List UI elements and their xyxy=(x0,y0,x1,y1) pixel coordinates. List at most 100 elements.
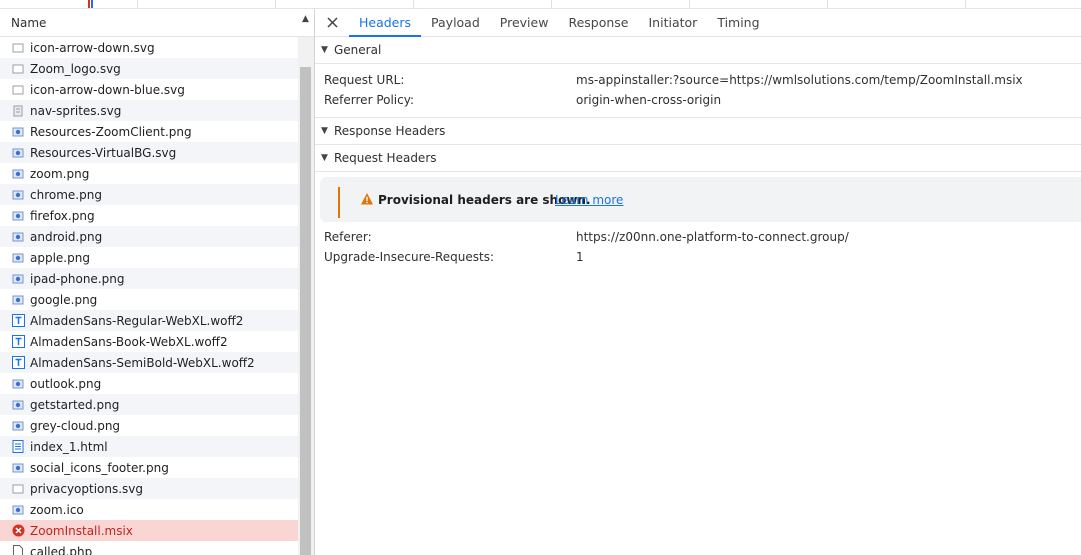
request-name: ipad-phone.png xyxy=(30,271,125,286)
request-row[interactable]: ipad-phone.png xyxy=(0,268,298,289)
request-name: outlook.png xyxy=(30,376,102,391)
image-file-icon xyxy=(11,503,25,517)
image-file-icon xyxy=(11,272,25,286)
request-name: icon-arrow-down.svg xyxy=(30,40,155,55)
request-url-value[interactable]: ms-appinstaller:?source=https://wmlsolut… xyxy=(576,73,1023,87)
referer-row: Referer: https://z00nn.one-platform-to-c… xyxy=(315,227,1081,247)
image-file-icon xyxy=(11,293,25,307)
tab-preview[interactable]: Preview xyxy=(490,9,559,36)
expanded-triangle-icon: ▼ xyxy=(321,126,328,136)
provisional-headers-warning: Provisional headers are shown. Learn mor… xyxy=(320,177,1081,222)
network-timeline xyxy=(0,0,1081,9)
request-row[interactable]: outlook.png xyxy=(0,373,298,394)
request-list-scrollbar[interactable] xyxy=(298,37,314,555)
svg-file-icon xyxy=(11,83,25,97)
request-row[interactable]: zoom.png xyxy=(0,163,298,184)
request-row[interactable]: icon-arrow-down-blue.svg xyxy=(0,79,298,100)
detail-tabs: Headers Payload Preview Response Initiat… xyxy=(315,9,1081,37)
image-file-icon xyxy=(11,209,25,223)
error-icon xyxy=(11,524,25,538)
font-file-icon xyxy=(11,335,25,349)
svg-file-icon xyxy=(11,41,25,55)
request-row[interactable]: social_icons_footer.png xyxy=(0,457,298,478)
request-row[interactable]: Resources-ZoomClient.png xyxy=(0,121,298,142)
image-file-icon xyxy=(11,398,25,412)
request-url-row: Request URL: ms-appinstaller:?source=htt… xyxy=(315,70,1081,90)
tab-timing[interactable]: Timing xyxy=(707,9,769,36)
request-name: zoom.png xyxy=(30,166,90,181)
request-name: ZoomInstall.msix xyxy=(30,523,133,538)
request-row[interactable]: called.php xyxy=(0,541,298,555)
image-file-icon xyxy=(11,377,25,391)
font-file-icon xyxy=(11,356,25,370)
svg-file-icon xyxy=(11,62,25,76)
tab-response[interactable]: Response xyxy=(558,9,638,36)
request-name: Resources-VirtualBG.svg xyxy=(30,145,177,160)
request-name: zoom.ico xyxy=(30,502,84,517)
request-row[interactable]: chrome.png xyxy=(0,184,298,205)
svg-file-icon xyxy=(11,482,25,496)
request-name: apple.png xyxy=(30,250,90,265)
request-row[interactable]: grey-cloud.png xyxy=(0,415,298,436)
request-name: called.php xyxy=(30,544,93,555)
font-file-icon xyxy=(11,314,25,328)
close-detail-button[interactable] xyxy=(315,9,349,36)
scrollbar-thumb[interactable] xyxy=(300,67,311,555)
image-file-icon xyxy=(11,125,25,139)
request-row[interactable]: nav-sprites.svg xyxy=(0,100,298,121)
timeline-domcontent-marker xyxy=(91,0,93,8)
request-row[interactable]: apple.png xyxy=(0,247,298,268)
request-row[interactable]: AlmadenSans-Book-WebXL.woff2 xyxy=(0,331,298,352)
request-row[interactable]: AlmadenSans-Regular-WebXL.woff2 xyxy=(0,310,298,331)
expanded-triangle-icon: ▼ xyxy=(321,153,328,163)
warning-accent-bar xyxy=(338,187,340,218)
request-name: privacyoptions.svg xyxy=(30,481,144,496)
request-name: AlmadenSans-Regular-WebXL.woff2 xyxy=(30,313,244,328)
tab-headers[interactable]: Headers xyxy=(349,9,422,37)
image-file-icon xyxy=(11,146,25,160)
request-row[interactable]: zoom.ico xyxy=(0,499,298,520)
upgrade-insecure-requests-value[interactable]: 1 xyxy=(576,250,584,264)
request-row[interactable]: icon-arrow-down.svg xyxy=(0,37,298,58)
request-row[interactable]: privacyoptions.svg xyxy=(0,478,298,499)
tab-payload[interactable]: Payload xyxy=(421,9,490,36)
name-column-label: Name xyxy=(11,16,47,30)
expanded-triangle-icon: ▼ xyxy=(321,45,328,55)
request-list-pane: Name ▲ icon-arrow-down.svg Zoom_logo.svg i… xyxy=(0,9,315,555)
referer-value[interactable]: https://z00nn.one-platform-to-connect.gr… xyxy=(576,230,849,244)
request-row[interactable]: AlmadenSans-SemiBold-WebXL.woff2 xyxy=(0,352,298,373)
response-headers-section-header[interactable]: ▼ Response Headers xyxy=(315,118,1081,145)
request-row[interactable]: Resources-VirtualBG.svg xyxy=(0,142,298,163)
learn-more-link[interactable]: Learn more xyxy=(555,193,623,207)
image-file-icon xyxy=(11,230,25,244)
referrer-policy-label: Referrer Policy: xyxy=(324,93,414,107)
request-row[interactable]: getstarted.png xyxy=(0,394,298,415)
request-url-label: Request URL: xyxy=(324,73,405,87)
name-column-header[interactable]: Name ▲ xyxy=(0,9,314,37)
general-section-header[interactable]: ▼ General xyxy=(315,37,1081,64)
request-row[interactable]: ZoomInstall.msix xyxy=(0,520,298,541)
sort-ascending-icon[interactable]: ▲ xyxy=(302,14,309,24)
tab-initiator[interactable]: Initiator xyxy=(639,9,708,36)
image-file-icon xyxy=(11,419,25,433)
request-row[interactable]: index_1.html xyxy=(0,436,298,457)
request-name: social_icons_footer.png xyxy=(30,460,169,475)
image-file-icon xyxy=(11,167,25,181)
request-name: index_1.html xyxy=(30,439,108,454)
image-file-icon xyxy=(11,461,25,475)
request-row[interactable]: google.png xyxy=(0,289,298,310)
request-name: google.png xyxy=(30,292,98,307)
referrer-policy-value[interactable]: origin-when-cross-origin xyxy=(576,93,721,107)
document-file-icon xyxy=(11,440,25,454)
request-row[interactable]: android.png xyxy=(0,226,298,247)
request-name: AlmadenSans-SemiBold-WebXL.woff2 xyxy=(30,355,255,370)
request-row[interactable]: firefox.png xyxy=(0,205,298,226)
upgrade-insecure-requests-label: Upgrade-Insecure-Requests: xyxy=(324,250,495,264)
image-file-icon xyxy=(11,188,25,202)
request-row[interactable]: Zoom_logo.svg xyxy=(0,58,298,79)
request-detail-pane: Headers Payload Preview Response Initiat… xyxy=(315,9,1081,555)
sprite-file-icon xyxy=(11,104,25,118)
request-name: firefox.png xyxy=(30,208,95,223)
request-name: android.png xyxy=(30,229,103,244)
request-headers-section-header[interactable]: ▼ Request Headers xyxy=(315,145,1081,172)
